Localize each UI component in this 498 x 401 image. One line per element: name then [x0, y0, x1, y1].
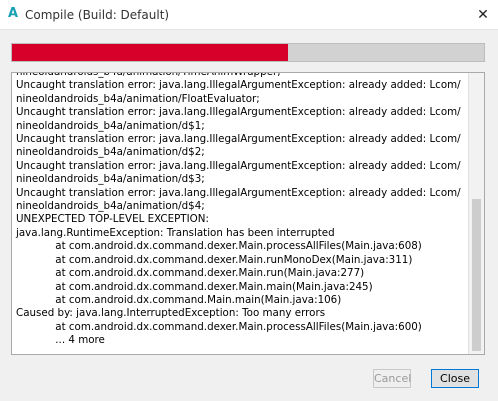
window-title: Compile (Build: Default) — [25, 8, 170, 22]
log-line: Uncaught translation error: java.lang.Il… — [16, 79, 461, 92]
log-line: nineoldandroids_b4a/animation/d$1; — [16, 119, 205, 132]
log-line: Caused by: java.lang.InterruptedExceptio… — [16, 307, 326, 320]
title-bar: A Compile (Build: Default) ✕ — [0, 0, 498, 30]
log-line: Uncaught translation error: java.lang.Il… — [16, 159, 461, 172]
log-line: java.lang.RuntimeException: Translation … — [16, 226, 335, 239]
log-line: at com.android.dx.command.dexer.Main.run… — [16, 267, 365, 280]
log-line: at com.android.dx.command.dexer.Main.run… — [16, 253, 413, 266]
scrollbar-thumb[interactable] — [472, 199, 481, 351]
app-icon: A — [7, 6, 19, 21]
log-line: UNEXPECTED TOP-LEVEL EXCEPTION: — [16, 213, 209, 226]
log-line: Uncaught translation error: java.lang.Il… — [16, 106, 461, 119]
log-line: at com.android.dx.command.Main.main(Main… — [16, 293, 342, 306]
progress-fill — [12, 44, 289, 61]
log-line: at com.android.dx.command.dexer.Main.mai… — [16, 280, 373, 293]
close-button[interactable]: Close — [431, 369, 479, 388]
progress-bar — [11, 43, 485, 62]
close-window-button[interactable]: ✕ — [468, 0, 498, 30]
cancel-button[interactable]: Cancel — [373, 369, 411, 388]
log-line: ... 4 more — [16, 334, 105, 347]
log-line: nineoldandroids_b4a/animation/TimeAnimWr… — [16, 72, 281, 78]
log-line: nineoldandroids_b4a/animation/d$4; — [16, 200, 205, 213]
log-line: at com.android.dx.command.dexer.Main.pro… — [16, 320, 422, 333]
log-line: Uncaught translation error: java.lang.Il… — [16, 186, 461, 199]
log-line: nineoldandroids_b4a/animation/d$2; — [16, 146, 205, 159]
log-output[interactable]: nineoldandroids_b4a/animation/TimeAnimWr… — [11, 72, 485, 355]
log-line: nineoldandroids_b4a/animation/d$3; — [16, 173, 205, 186]
log-text: nineoldandroids_b4a/animation/TimeAnimWr… — [16, 72, 466, 348]
vertical-scrollbar[interactable] — [468, 73, 484, 354]
log-line: nineoldandroids_b4a/animation/FloatEvalu… — [16, 92, 260, 105]
log-line: Uncaught translation error: java.lang.Il… — [16, 133, 461, 146]
log-line: at com.android.dx.command.dexer.Main.pro… — [16, 240, 422, 253]
